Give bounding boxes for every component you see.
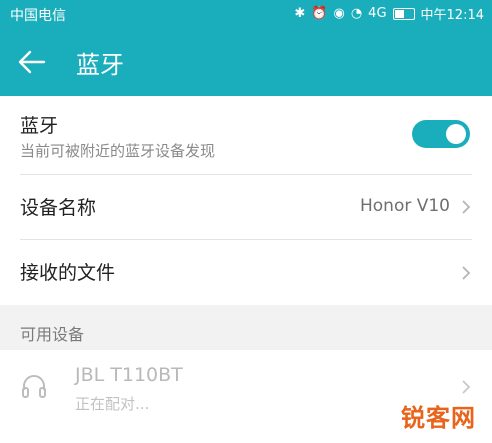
chevron-right-icon (462, 266, 471, 280)
bluetooth-label: 蓝牙 (20, 115, 59, 137)
bluetooth-switch[interactable] (412, 120, 470, 148)
clock: 中午12:14 (420, 8, 484, 23)
eye-comfort-icon: ◉ (333, 6, 345, 21)
alarm-icon: ⏰ (311, 6, 328, 21)
device-name-row[interactable]: 设备名称 Honor V10 (0, 175, 492, 239)
device-name-value: Honor V10 (359, 196, 450, 216)
page-title: 蓝牙 (76, 51, 124, 79)
available-devices-header: 可用设备 (20, 325, 85, 344)
bluetooth-toggle-row[interactable]: 蓝牙 当前可被附近的蓝牙设备发现 (0, 96, 492, 174)
device-name-label: 设备名称 (20, 197, 97, 219)
switch-knob (446, 124, 466, 144)
carrier-name: 中国电信 (10, 8, 66, 24)
device-item-name[interactable]: JBL T110BT (75, 364, 183, 386)
received-files-row[interactable]: 接收的文件 (0, 240, 492, 305)
status-bar: 中国电信 ✱ ⏰ ◉ ◔ 4G 中午12:14 (0, 0, 492, 28)
received-files-label: 接收的文件 (20, 262, 116, 284)
bluetooth-description: 当前可被附近的蓝牙设备发现 (20, 142, 216, 160)
battery-icon (392, 7, 415, 20)
app-bar: 蓝牙 (0, 28, 492, 96)
chevron-right-icon (462, 200, 471, 214)
bluetooth-status-icon: ✱ (294, 6, 306, 21)
chevron-right-icon (462, 380, 471, 394)
wifi-icon: ◔ (350, 6, 363, 21)
headphones-icon (22, 375, 46, 398)
device-item-status: 正在配对... (75, 395, 150, 413)
status-icons: ✱ ⏰ ◉ ◔ 4G 中午12:14 (294, 4, 484, 23)
settings-card: 蓝牙 当前可被附近的蓝牙设备发现 设备名称 Honor V10 接收的文件 (0, 96, 492, 305)
back-arrow-icon[interactable] (14, 44, 50, 80)
signal-icon: 4G (368, 6, 387, 21)
watermark-logo: 锐客网 (401, 404, 476, 432)
